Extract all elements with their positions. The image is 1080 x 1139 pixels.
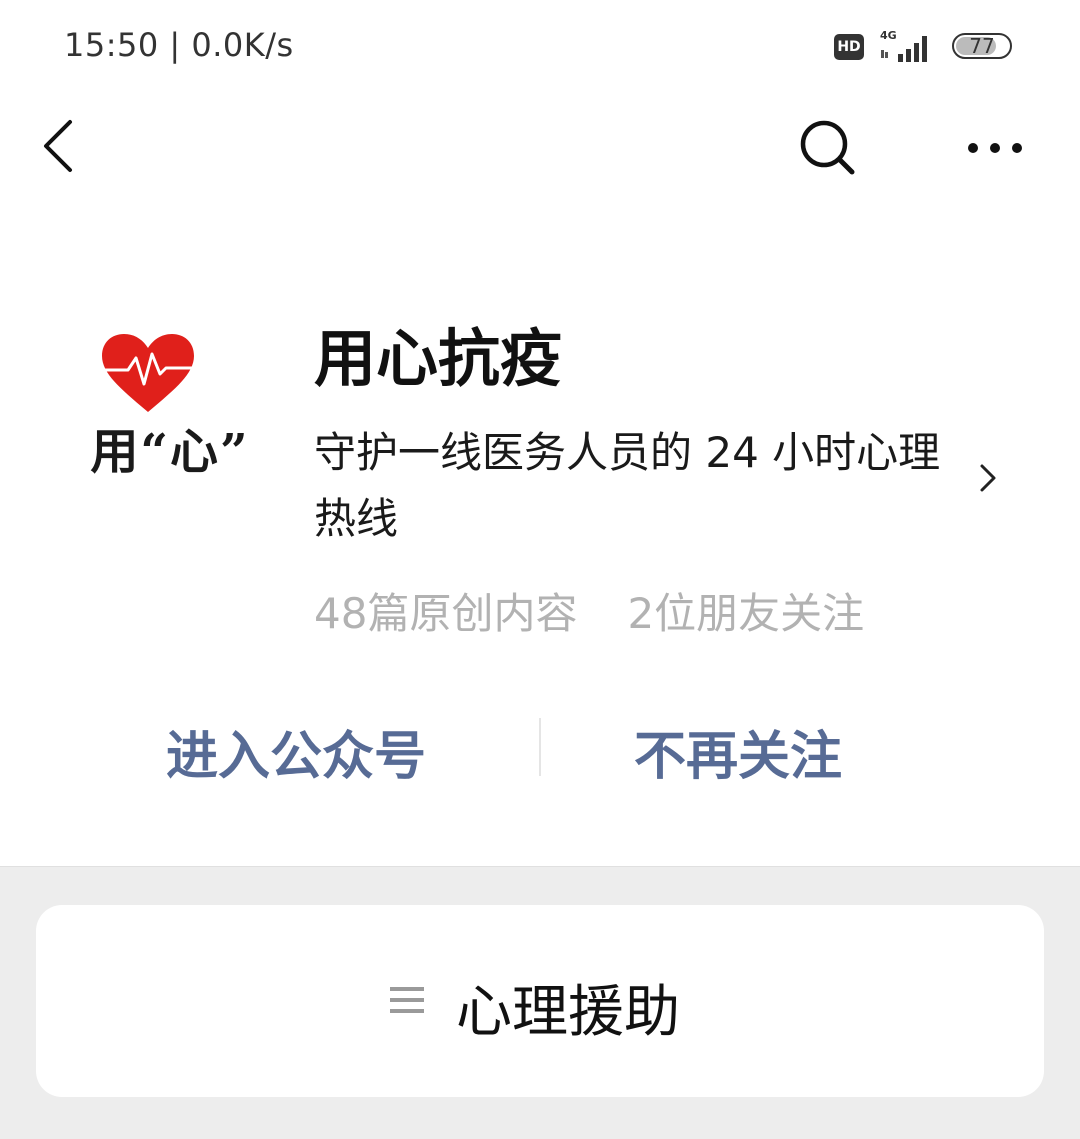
enter-account-button[interactable]: 进入公众号	[166, 714, 426, 789]
unfollow-button[interactable]: 不再关注	[634, 714, 842, 789]
menu-item-psych-aid[interactable]: 心理援助	[36, 905, 1044, 1097]
hd-badge: HD	[834, 34, 864, 60]
account-name: 用心抗疫	[314, 322, 563, 395]
more-button[interactable]	[960, 126, 1030, 170]
action-bar: 进入公众号 不再关注	[0, 700, 1080, 796]
account-description[interactable]: 守护一线医务人员的 24 小时心理热线	[314, 420, 964, 552]
menu-item-label: 心理援助	[456, 980, 680, 1045]
account-logo: 用“心”	[82, 328, 258, 480]
battery-percent: 77	[969, 34, 995, 58]
signal-icon: 4G	[880, 29, 927, 62]
more-dots-icon	[968, 143, 1022, 153]
battery-indicator: 77	[952, 33, 1012, 59]
heart-pulse-icon	[100, 334, 198, 412]
original-count: 48篇原创内容	[314, 589, 578, 638]
menu-lines-icon	[390, 987, 424, 1013]
nav-bar	[0, 96, 1080, 206]
chevron-left-icon	[44, 120, 72, 172]
bottom-menu-area: 心理援助	[0, 866, 1080, 1139]
search-button[interactable]	[796, 116, 860, 180]
search-icon	[800, 120, 855, 175]
chevron-right-icon[interactable]	[976, 460, 1000, 496]
divider	[539, 718, 541, 776]
menu-card: 心理援助	[36, 905, 1044, 1097]
status-bar: 15:50 | 0.0K/s HD 4G 77	[0, 0, 1080, 96]
status-time: 15:50 | 0.0K/s	[64, 26, 294, 64]
back-button[interactable]	[36, 118, 84, 174]
logo-text: 用“心”	[90, 424, 250, 480]
account-stats: 48篇原创内容 2位朋友关注	[314, 580, 864, 641]
network-label: 4G	[880, 29, 897, 42]
friends-following: 2位朋友关注	[627, 589, 865, 638]
